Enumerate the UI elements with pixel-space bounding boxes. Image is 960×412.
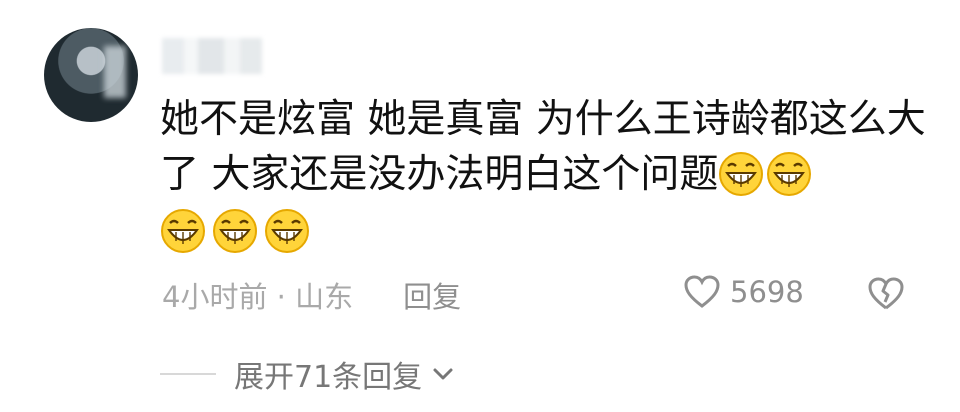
dislike-button[interactable] bbox=[866, 274, 906, 314]
grin-emoji-icon bbox=[212, 208, 258, 254]
divider-line bbox=[160, 373, 216, 375]
expand-replies-label: 展开71条回复 bbox=[234, 360, 423, 395]
like-count: 5698 bbox=[730, 275, 804, 309]
grin-emoji-icon bbox=[160, 208, 206, 254]
broken-heart-icon bbox=[868, 277, 904, 310]
reply-button[interactable]: 回复 bbox=[403, 274, 461, 316]
like-button[interactable]: 5698 bbox=[682, 272, 804, 312]
chevron-down-icon bbox=[433, 368, 453, 380]
emoji-row bbox=[160, 204, 930, 259]
comment-meta: 4小时前 · 山东 回复 bbox=[162, 274, 461, 316]
username-blurred[interactable] bbox=[162, 38, 262, 74]
avatar-blur-mask bbox=[104, 46, 126, 98]
grin-emoji-icon bbox=[264, 208, 310, 254]
comment-body: 她不是炫富 她是真富 为什么王诗龄都这么大了 大家还是没办法明白这个问题 bbox=[160, 92, 930, 259]
avatar[interactable] bbox=[44, 28, 138, 122]
time-location: 4小时前 · 山东 bbox=[162, 280, 354, 314]
expand-replies-button[interactable]: 展开71条回复 bbox=[160, 352, 456, 396]
grin-emoji-icon bbox=[766, 151, 812, 197]
grin-emoji-icon bbox=[718, 151, 764, 197]
heart-outline-icon bbox=[684, 275, 720, 308]
